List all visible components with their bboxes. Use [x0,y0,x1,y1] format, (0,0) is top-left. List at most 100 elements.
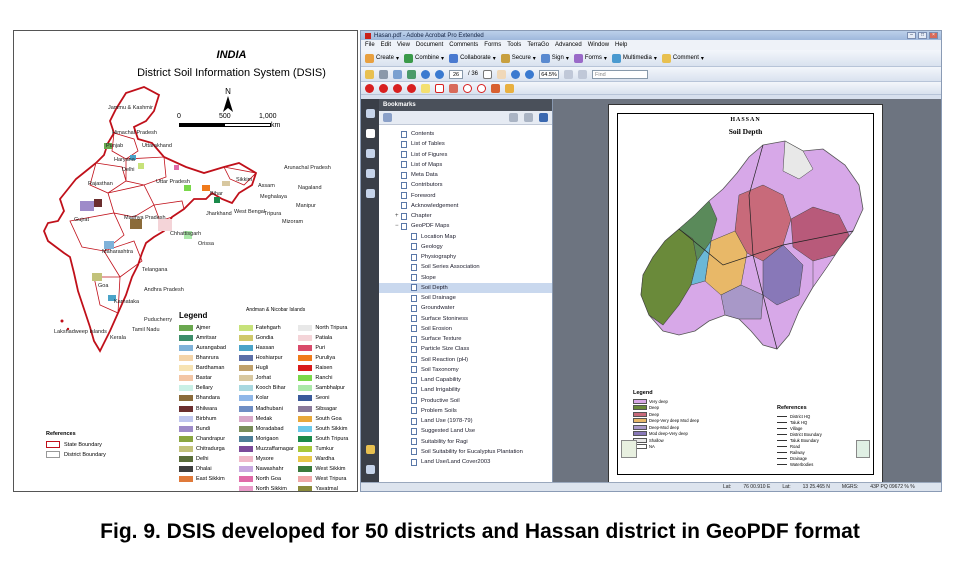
bookmark-item[interactable]: Suitability for Ragi [379,437,552,447]
marker-icon[interactable] [407,83,416,93]
attach-icon[interactable] [505,83,514,93]
page-legend-swatch [633,424,647,430]
bookmark-item[interactable]: + Chapter [379,211,552,221]
toolbar-button[interactable]: Comment ▾ [661,53,704,63]
bookmark-item[interactable]: Groundwater [379,303,552,313]
bookmark-item[interactable]: Soil Series Association [379,262,552,272]
hand-tool-icon[interactable] [497,69,507,79]
stop-icon[interactable] [365,83,374,93]
bookmark-item[interactable]: Land Irrigability [379,385,552,395]
select-tool-icon[interactable] [483,69,493,79]
toolbar-button[interactable]: Sign ▾ [540,53,569,63]
bookmark-item[interactable]: Geology [379,242,552,252]
menu-item[interactable]: Advanced [555,42,582,48]
pencil-icon[interactable] [449,83,458,93]
sticky-note-icon[interactable] [421,83,430,93]
bookmark-item[interactable]: Suggested Land Use [379,426,552,436]
bookmark-item[interactable]: Physiography [379,252,552,262]
toolbar-button[interactable]: Collaborate ▾ [449,53,496,63]
layers-icon[interactable] [365,149,375,158]
fit-width-icon[interactable] [578,69,588,79]
menu-item[interactable]: Window [588,42,609,48]
prev-page-icon[interactable] [421,69,430,79]
menu-item[interactable]: TerraGo [527,42,549,48]
bookmark-item[interactable]: Soil Reaction (pH) [379,355,552,365]
zoom-out-icon[interactable] [511,69,521,79]
bookmark-item[interactable]: List of Maps [379,160,552,170]
bookmark-item[interactable]: Land Use (1978-79) [379,416,552,426]
page-number-input[interactable]: 26 [449,69,463,79]
bookmark-item[interactable]: Meta Data [379,170,552,180]
bookmark-item[interactable]: Acknowledgement [379,201,552,211]
delete-bookmark-icon[interactable] [509,113,518,122]
close-button[interactable]: × [929,32,938,39]
stamp-icon[interactable] [491,83,500,93]
bookmark-item[interactable]: Contents [379,129,552,139]
find-input[interactable]: Find [592,69,649,79]
bookmark-item[interactable]: Foreword [379,191,552,201]
next-page-icon[interactable] [435,69,444,79]
minus-icon[interactable] [393,83,402,93]
menu-item[interactable]: Forms [484,42,501,48]
bookmark-item[interactable]: Surface Texture [379,334,552,344]
bookmark-item[interactable]: Surface Stoniness [379,314,552,324]
minimize-button[interactable]: – [907,32,916,39]
menu-item[interactable]: View [397,42,410,48]
menu-item[interactable]: Comments [449,42,478,48]
open-icon[interactable] [365,69,374,79]
bookmark-item[interactable]: Location Map [379,232,552,242]
bookmark-item[interactable]: Problem Soils [379,406,552,416]
globe-icon[interactable] [407,69,416,79]
sign-icon [540,53,550,63]
menu-item[interactable]: Edit [381,42,391,48]
email-icon[interactable] [393,69,402,79]
bookmark-item[interactable]: Slope [379,273,552,283]
signatures-icon[interactable] [365,169,375,178]
toolbar-button[interactable]: Combine ▾ [404,53,444,63]
bookmark-item[interactable]: Particle Size Class [379,344,552,354]
bookmark-item[interactable]: Soil Depth [379,282,552,293]
toolbar-button[interactable]: Secure ▾ [500,53,536,63]
document-area[interactable]: HASSAN Soil Depth Legend Very deep Deep De [553,99,941,484]
menu-item[interactable]: Tools [507,42,521,48]
circle-icon[interactable] [477,83,486,93]
legend-item: West Sikkim [298,465,354,473]
zoom-in-icon[interactable] [525,69,535,79]
toolbar-button[interactable]: Forms ▾ [573,53,607,63]
menu-item[interactable]: Document [416,42,443,48]
bookmark-item[interactable]: Contributors [379,180,552,190]
bookmark-item[interactable]: Soil Suitability for Eucalyptus Plantati… [379,447,552,457]
paperclip-icon[interactable] [365,465,375,474]
model-tree-icon[interactable] [365,189,375,198]
toolbar-button-label: Sign [551,55,564,61]
toolbar-button[interactable]: Multimedia ▾ [611,53,657,63]
record-icon[interactable] [379,83,388,93]
bookmark-item[interactable]: − GeoPDF Maps [379,221,552,231]
bookmarks-icon[interactable] [365,129,375,138]
legend-label: Tumkur [315,445,334,452]
bookmark-item[interactable]: Soil Drainage [379,293,552,303]
zoom-level-input[interactable]: 64.5% [539,69,560,79]
rectangle-icon[interactable] [435,83,444,93]
pages-icon[interactable] [365,109,375,118]
bookmark-item[interactable]: Soil Erosion [379,324,552,334]
expand-bookmark-icon[interactable] [539,113,548,122]
lasso-icon[interactable] [463,83,472,93]
fit-page-icon[interactable] [564,69,574,79]
menu-item[interactable]: File [365,42,375,48]
print-icon[interactable] [379,69,388,79]
new-bookmark-icon[interactable] [524,113,533,122]
bookmark-item[interactable]: Land Use/Land Cover2003 [379,457,552,467]
bookmark-item[interactable]: List of Tables [379,139,552,149]
legend-label: Jorhat [255,375,271,382]
bookmark-item[interactable]: Productive Soil [379,396,552,406]
maximize-button[interactable]: □ [918,32,927,39]
legend-column: North Tripura Patiala Puri Puruliya Raisen Ra… [298,324,354,491]
menu-item[interactable]: Help [615,42,627,48]
bookmark-item[interactable]: List of Figures [379,150,552,160]
toolbar-button[interactable]: Create ▾ [365,53,399,63]
bookmark-item[interactable]: Land Capability [379,375,552,385]
attachments-icon[interactable] [365,445,375,454]
bookmark-options-icon[interactable] [383,113,392,122]
bookmark-item[interactable]: Soil Taxonomy [379,365,552,375]
